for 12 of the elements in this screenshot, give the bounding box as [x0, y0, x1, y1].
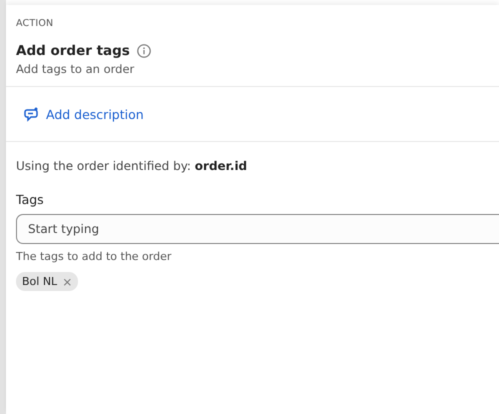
identifier-text: Using the order identified by: order.id — [16, 159, 248, 173]
tag-label: Bol NL — [22, 275, 58, 288]
remove-tag-icon[interactable]: × — [62, 274, 72, 288]
field-label: Tags — [16, 192, 45, 207]
add-description-link[interactable]: Add description — [24, 106, 144, 122]
section-label: ACTION — [16, 18, 54, 29]
info-icon[interactable] — [136, 44, 151, 58]
comment-icon — [24, 106, 40, 122]
action-subtitle: Add tags to an order — [16, 62, 136, 76]
action-title: Add order tags — [16, 43, 130, 59]
help-text: The tags to add to the order — [16, 250, 172, 263]
tags-input-field[interactable]: Start typing — [16, 214, 499, 244]
